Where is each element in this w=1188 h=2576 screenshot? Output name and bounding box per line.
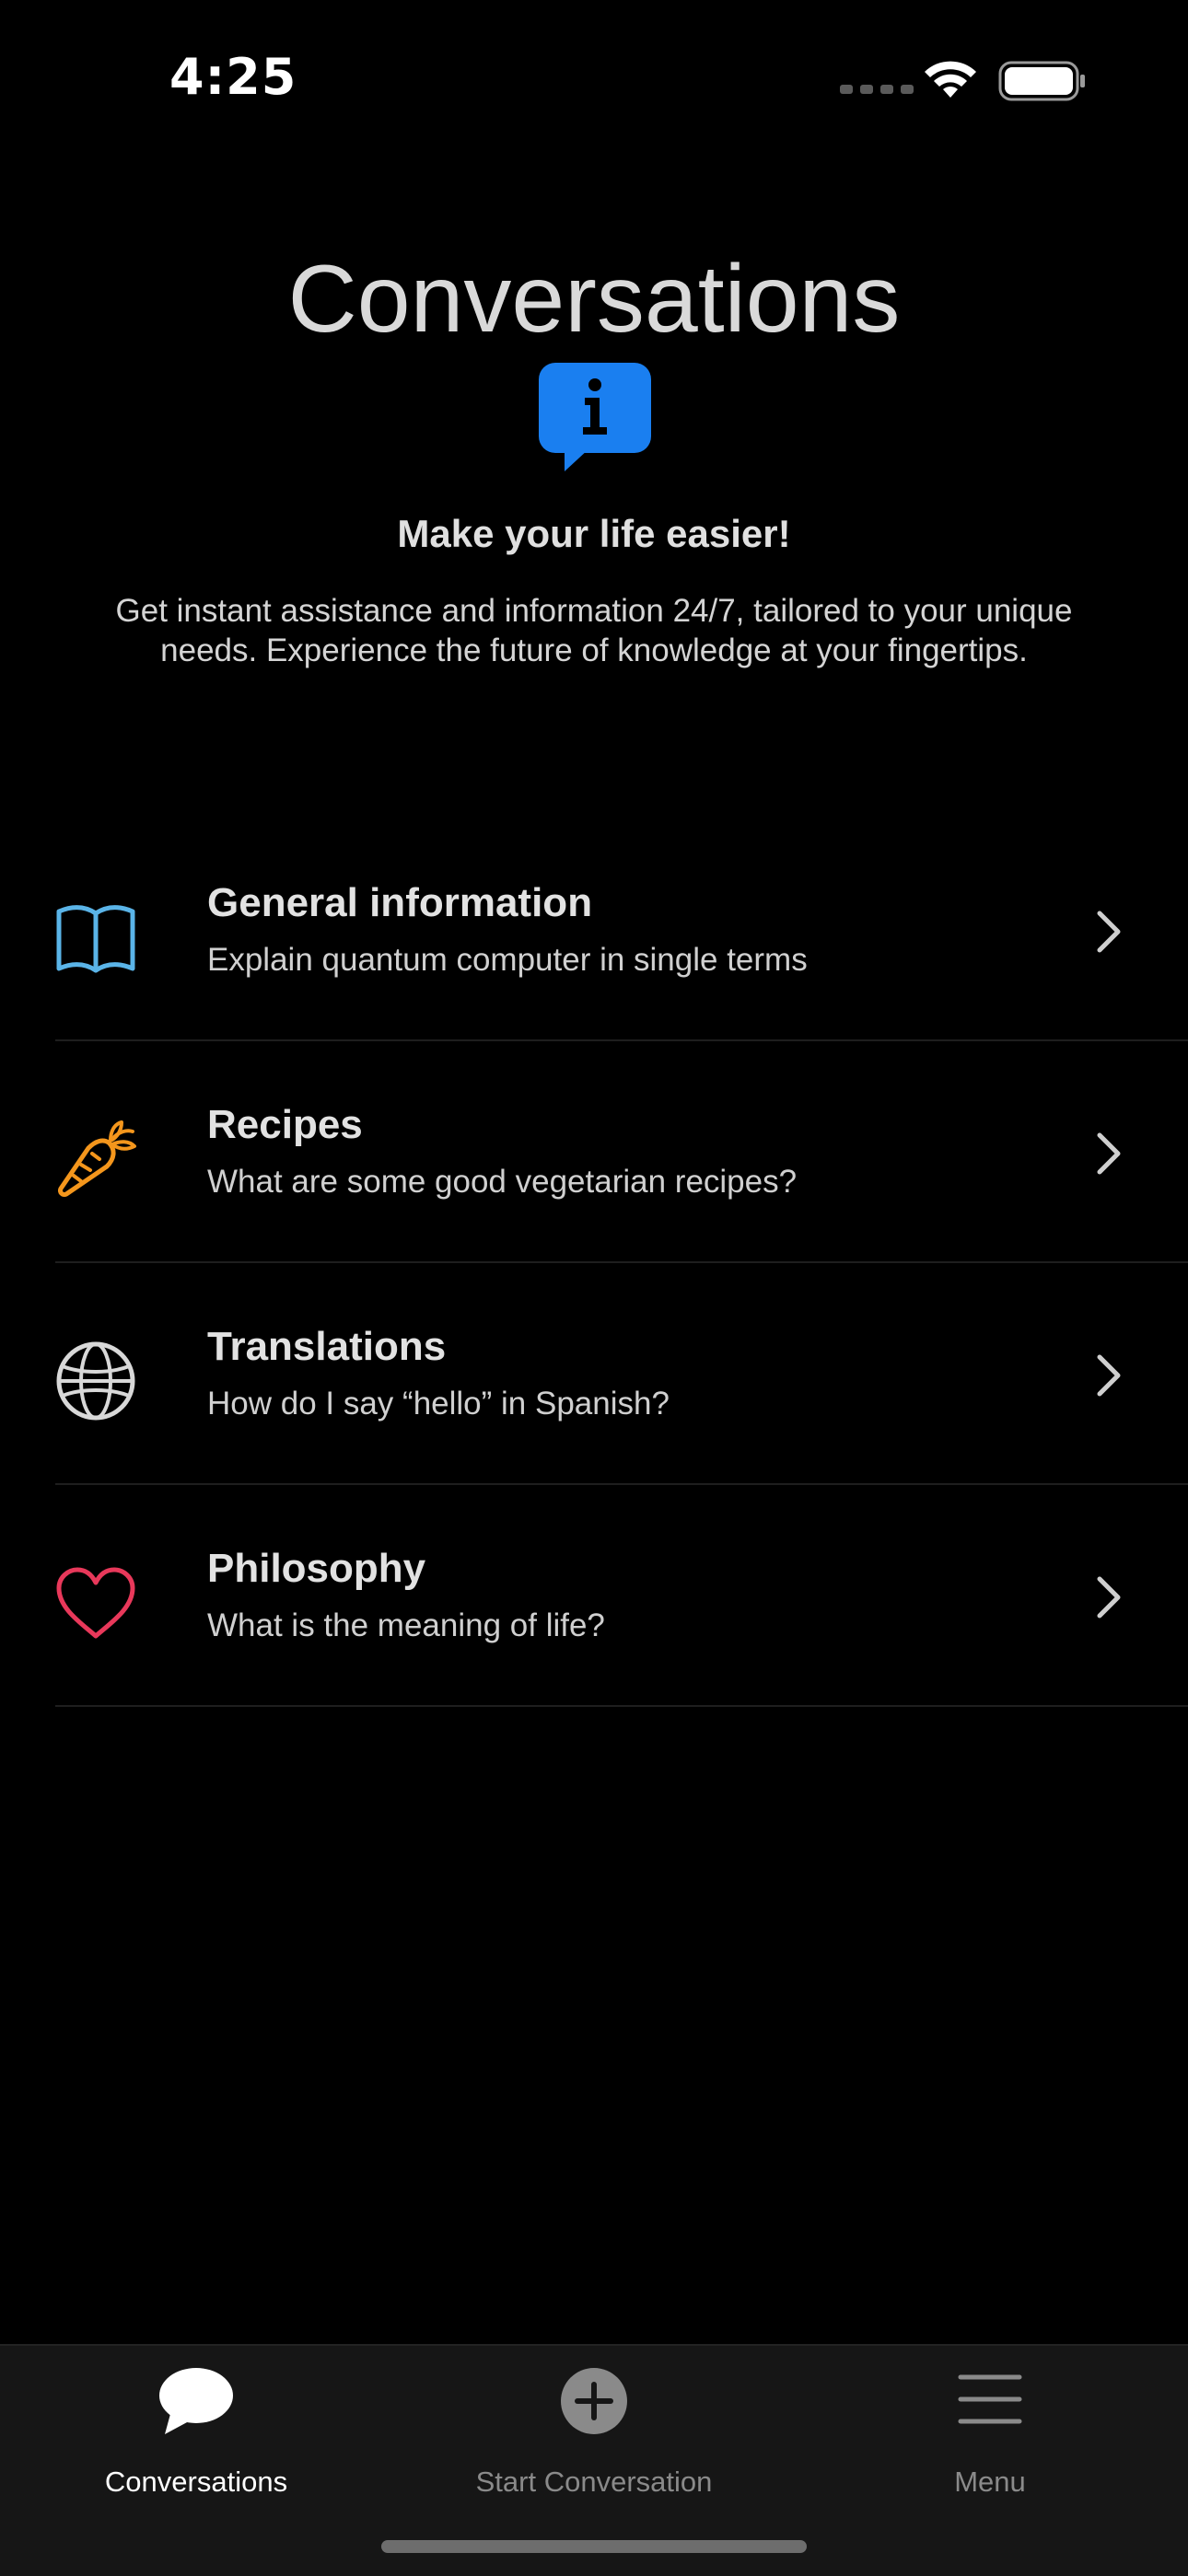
chevron-right-icon (1096, 910, 1122, 958)
menu-icon (953, 2364, 1027, 2443)
home-indicator[interactable] (381, 2540, 807, 2553)
plus-circle-icon (557, 2364, 631, 2443)
book-icon (53, 895, 138, 980)
status-time: 4:25 (169, 48, 297, 106)
globe-icon (53, 1339, 138, 1423)
topic-subtitle: What is the meaning of life? (207, 1607, 605, 1643)
topic-subtitle: Explain quantum computer in single terms (207, 942, 808, 978)
page-title: Conversations (287, 245, 901, 353)
topic-row-general-information[interactable]: General information Explain quantum comp… (0, 819, 1188, 1041)
tab-label: Conversations (104, 2466, 288, 2498)
heart-icon (53, 1561, 138, 1645)
topic-row-philosophy[interactable]: Philosophy What is the meaning of life? (0, 1485, 1188, 1707)
tab-label: Menu (954, 2466, 1026, 2498)
topic-title: Philosophy (207, 1546, 426, 1591)
carrot-icon (53, 1117, 138, 1201)
tab-label: Start Conversation (475, 2466, 713, 2498)
topic-title: Recipes (207, 1102, 363, 1147)
cellular-signal-icon (840, 85, 914, 94)
topic-list: General information Explain quantum comp… (0, 819, 1188, 1707)
topic-row-translations[interactable]: Translations How do I say “hello” in Spa… (0, 1263, 1188, 1485)
topic-title: General information (207, 880, 593, 925)
topic-row-recipes[interactable]: Recipes What are some good vegetarian re… (0, 1041, 1188, 1263)
chat-bubble-icon (157, 2364, 235, 2443)
chevron-right-icon (1096, 1131, 1122, 1180)
chevron-right-icon (1096, 1575, 1122, 1624)
topic-title: Translations (207, 1324, 447, 1369)
hero-description: Get instant assistance and information 2… (115, 593, 1073, 668)
hero-heading: Make your life easier! (397, 512, 791, 555)
topic-subtitle: How do I say “hello” in Spanish? (207, 1386, 670, 1421)
chevron-right-icon (1096, 1353, 1122, 1402)
tab-conversations[interactable]: Conversations (44, 2364, 348, 2512)
info-bubble-icon (537, 363, 653, 476)
topic-subtitle: What are some good vegetarian recipes? (207, 1164, 798, 1200)
battery-icon (998, 61, 1087, 106)
tab-start-conversation[interactable]: Start Conversation (442, 2364, 746, 2512)
status-bar: 4:25 (0, 0, 1188, 157)
wifi-icon (921, 57, 980, 106)
tab-menu[interactable]: Menu (838, 2364, 1142, 2512)
